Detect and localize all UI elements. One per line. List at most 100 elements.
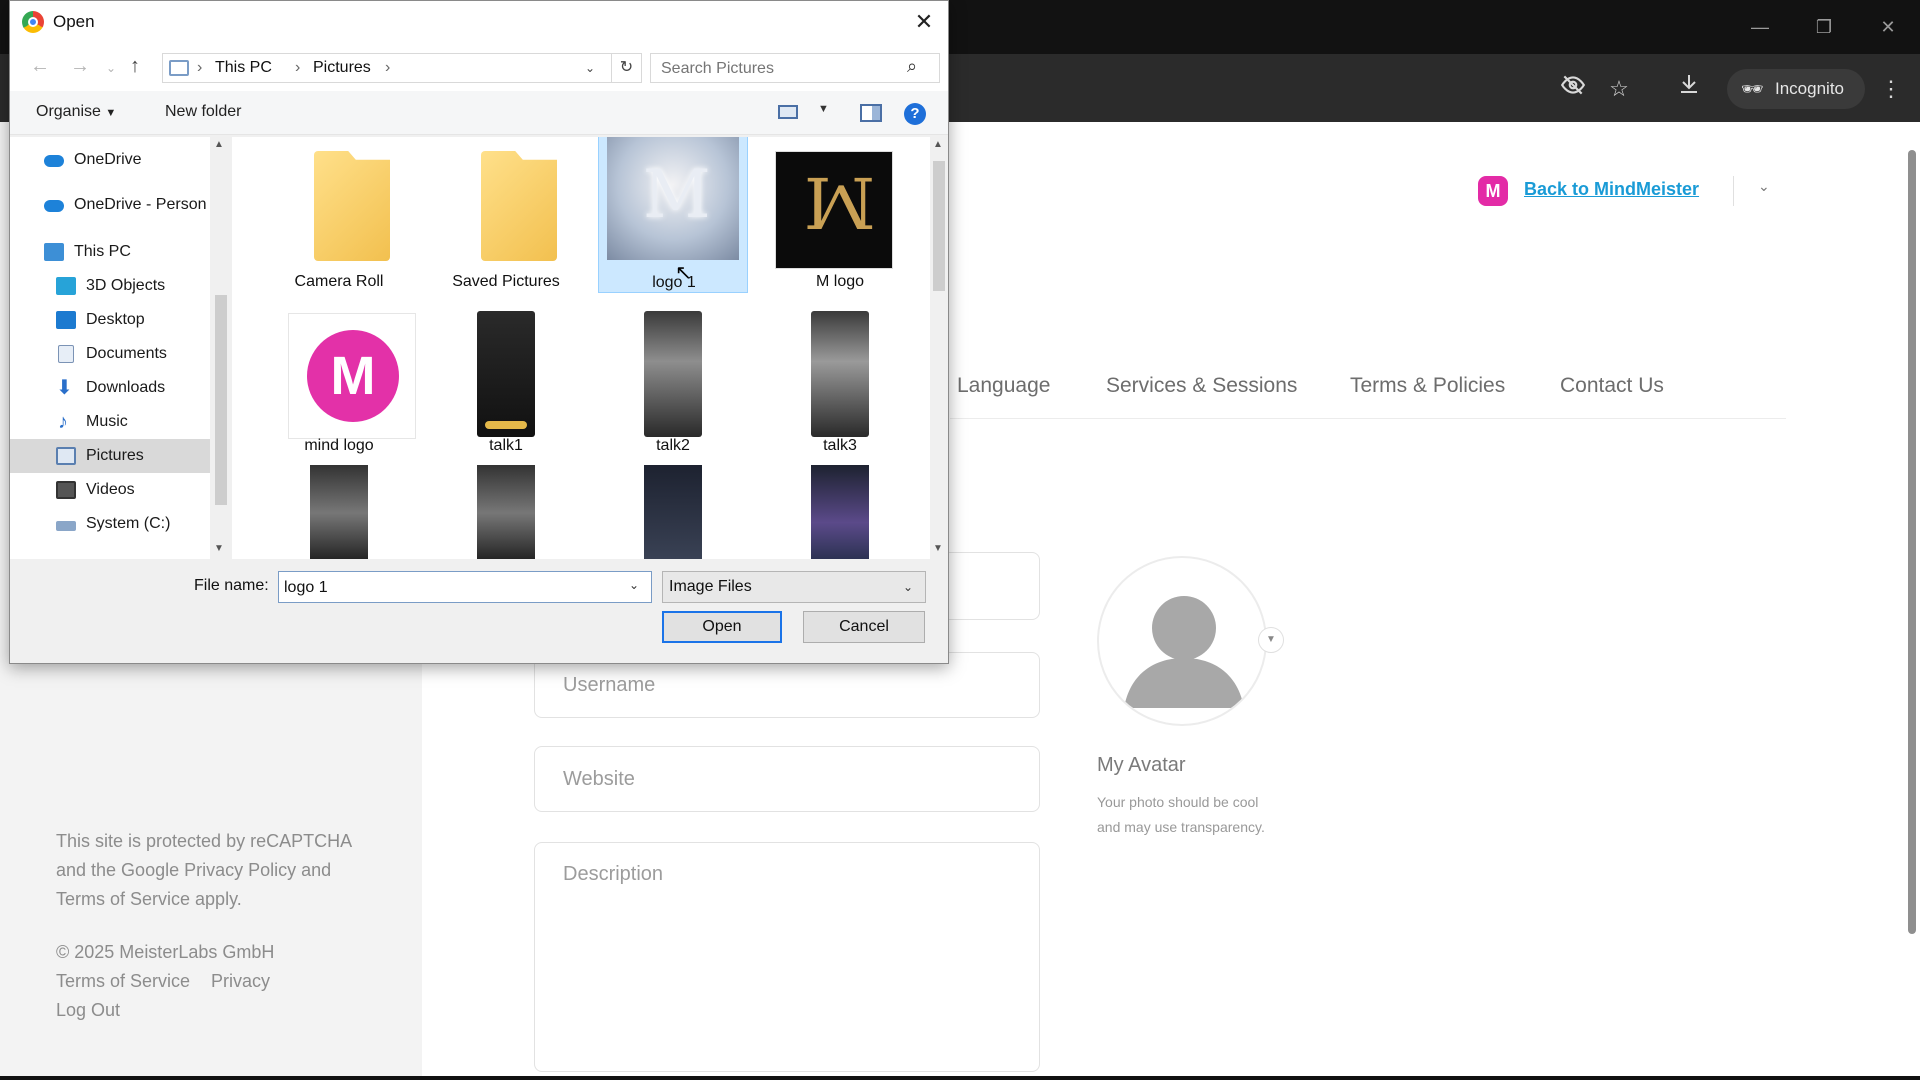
- file-item-saved-pictures[interactable]: Saved Pictures: [431, 137, 581, 303]
- sidebar-item-videos[interactable]: Videos: [10, 473, 210, 507]
- logout-link[interactable]: Log Out: [56, 996, 120, 1025]
- sidebar-item-system-c[interactable]: System (C:): [10, 507, 210, 541]
- sidebar-item-downloads[interactable]: ⬇ Downloads: [10, 371, 210, 405]
- new-folder-button[interactable]: New folder: [165, 103, 241, 121]
- file-item[interactable]: [598, 465, 748, 559]
- refresh-icon[interactable]: ↻: [612, 53, 642, 83]
- address-bar[interactable]: › This PC › Pictures › ⌄: [162, 53, 612, 83]
- sidebar-item-onedrive-personal[interactable]: OneDrive - Person: [10, 188, 210, 222]
- file-list: Camera Roll Saved Pictures M logo 1 ↖ ꟽ …: [232, 137, 930, 559]
- incognito-badge[interactable]: 🕶 Incognito: [1727, 69, 1865, 109]
- more-vert-icon[interactable]: ⋮: [1874, 72, 1908, 106]
- file-name-input[interactable]: [284, 578, 614, 598]
- file-item-m-logo[interactable]: ꟽ M logo: [765, 137, 915, 303]
- image-thumbnail: [644, 465, 702, 559]
- search-box[interactable]: ⌕: [650, 53, 940, 83]
- sidebar-item-desktop[interactable]: Desktop: [10, 303, 210, 337]
- chevron-down-icon[interactable]: ⌄: [1758, 178, 1770, 195]
- breadcrumb-pictures[interactable]: Pictures: [313, 59, 371, 77]
- sidebar-item-label: Downloads: [86, 379, 166, 396]
- file-type-select[interactable]: Image Files ⌄: [662, 571, 926, 603]
- file-name-dropdown-icon[interactable]: ⌄: [629, 578, 639, 592]
- restore-icon[interactable]: ❐: [1804, 12, 1844, 42]
- help-icon[interactable]: ?: [904, 103, 926, 125]
- back-arrow-icon[interactable]: ←: [30, 55, 50, 78]
- dialog-footer: File name: ⌄ Image Files ⌄ Open Cancel: [10, 559, 948, 663]
- file-item[interactable]: [431, 465, 581, 559]
- sidebar-item-this-pc[interactable]: This PC: [10, 235, 210, 269]
- recent-chevron-icon[interactable]: ⌄: [106, 61, 116, 75]
- address-dropdown-icon[interactable]: ⌄: [585, 61, 595, 75]
- sidebar-item-pictures[interactable]: Pictures: [10, 439, 210, 473]
- scroll-up-icon[interactable]: ▲: [933, 139, 943, 150]
- file-item-camera-roll[interactable]: Camera Roll: [264, 137, 414, 303]
- close-icon[interactable]: ✕: [908, 7, 940, 37]
- download-icon[interactable]: [1672, 72, 1706, 106]
- sidebar-item-music[interactable]: ♪ Music: [10, 405, 210, 439]
- file-item-talk1[interactable]: talk1: [431, 301, 581, 467]
- terms-link[interactable]: Terms of Service: [56, 967, 190, 996]
- breadcrumb-this-pc[interactable]: This PC: [215, 59, 272, 77]
- dialog-title: Open: [53, 12, 95, 31]
- tab-services-sessions[interactable]: Services & Sessions: [1106, 374, 1297, 398]
- scroll-down-icon[interactable]: ▼: [214, 543, 224, 554]
- chevron-down-icon: ⌄: [903, 580, 914, 594]
- download-arrow-icon: ⬇: [56, 377, 73, 399]
- scrollbar-thumb[interactable]: [215, 295, 227, 505]
- cancel-button[interactable]: Cancel: [803, 611, 925, 643]
- recaptcha-line-3: Terms of Service apply.: [56, 889, 242, 909]
- talk3-thumbnail: [811, 311, 869, 437]
- music-note-icon: ♪: [58, 411, 68, 433]
- up-arrow-icon[interactable]: ↑: [130, 55, 140, 78]
- sidebar-item-label: Music: [86, 413, 128, 430]
- organise-menu[interactable]: Organise ▼: [36, 103, 116, 121]
- search-icon: ⌕: [907, 56, 918, 76]
- search-input[interactable]: [661, 59, 901, 79]
- scroll-down-icon[interactable]: ▼: [933, 543, 943, 554]
- view-options-icon[interactable]: [778, 105, 798, 119]
- breadcrumb-separator-icon: ›: [295, 59, 301, 76]
- scrollbar-thumb[interactable]: [933, 161, 945, 291]
- eye-off-icon[interactable]: [1556, 72, 1590, 106]
- minimize-icon[interactable]: —: [1740, 12, 1780, 42]
- avatar[interactable]: [1097, 556, 1267, 726]
- forward-arrow-icon[interactable]: →: [70, 55, 90, 78]
- yellow-button-shape: [485, 421, 527, 429]
- sidebar-item-onedrive[interactable]: OneDrive: [10, 143, 210, 177]
- file-list-scrollbar[interactable]: ▲ ▼: [930, 137, 948, 559]
- window-close-icon[interactable]: ✕: [1868, 12, 1908, 42]
- breadcrumb-separator-icon: ›: [385, 59, 391, 76]
- sidebar-item-label: OneDrive: [74, 151, 142, 168]
- file-name-combo[interactable]: ⌄: [278, 571, 652, 603]
- tab-language[interactable]: Language: [957, 374, 1050, 398]
- pictures-location-icon: [169, 60, 189, 76]
- tab-contact-us[interactable]: Contact Us: [1560, 374, 1664, 398]
- avatar-menu-chevron-icon[interactable]: ▼: [1258, 627, 1284, 653]
- privacy-link[interactable]: Privacy: [211, 967, 270, 996]
- page-scrollbar[interactable]: [1902, 122, 1920, 1044]
- scroll-up-icon[interactable]: ▲: [214, 139, 224, 150]
- file-item-logo-1[interactable]: M logo 1 ↖: [598, 137, 748, 293]
- description-field[interactable]: Description: [534, 842, 1040, 1072]
- view-dropdown-icon[interactable]: ▼: [818, 103, 829, 115]
- file-label: M logo: [815, 273, 865, 290]
- sidebar-item-label: This PC: [74, 243, 131, 260]
- file-item[interactable]: [264, 465, 414, 559]
- document-icon: [58, 345, 74, 363]
- sidebar-item-3d-objects[interactable]: 3D Objects: [10, 269, 210, 303]
- star-icon[interactable]: ☆: [1602, 72, 1636, 106]
- open-button[interactable]: Open: [662, 611, 782, 643]
- file-item-mind-logo[interactable]: M mind logo: [264, 301, 416, 467]
- sidebar-item-documents[interactable]: Documents: [10, 337, 210, 371]
- preview-pane-icon[interactable]: [860, 104, 882, 122]
- file-item-talk3[interactable]: talk3: [765, 301, 915, 467]
- scrollbar-thumb[interactable]: [1908, 150, 1916, 934]
- file-item-talk2[interactable]: talk2: [598, 301, 748, 467]
- nav-scrollbar[interactable]: ▲ ▼: [210, 137, 232, 559]
- back-to-mindmeister-link[interactable]: Back to MindMeister: [1524, 179, 1699, 200]
- recaptcha-line-2: and the Google Privacy Policy and: [56, 860, 332, 880]
- website-field[interactable]: Website: [534, 746, 1040, 812]
- pictures-icon: [56, 447, 76, 465]
- file-item[interactable]: [765, 465, 915, 559]
- tab-terms-policies[interactable]: Terms & Policies: [1350, 374, 1505, 398]
